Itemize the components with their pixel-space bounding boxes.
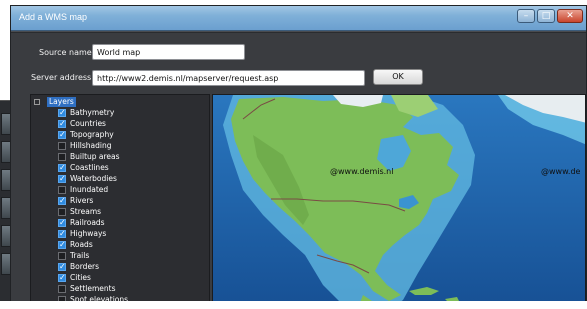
source-name-input[interactable]: World map xyxy=(92,44,245,60)
layer-label: Hillshading xyxy=(70,141,112,150)
close-icon: ✕ xyxy=(566,11,574,21)
layer-checkbox[interactable] xyxy=(58,142,66,150)
ok-button[interactable]: OK xyxy=(373,69,423,85)
layer-checkbox[interactable] xyxy=(58,252,66,260)
map-watermark: @www.demis.nl xyxy=(330,167,394,176)
desktop-strip xyxy=(0,301,587,309)
title-bar[interactable]: Add a WMS map – □ ✕ xyxy=(11,6,586,31)
layer-label: Cities xyxy=(70,273,91,282)
layer-label: Bathymetry xyxy=(70,108,115,117)
layer-checkbox[interactable] xyxy=(58,262,66,272)
layer-checkbox[interactable] xyxy=(58,196,66,206)
layer-label: Roads xyxy=(70,240,93,249)
map-watermark: @www.de xyxy=(541,167,581,176)
minimize-icon: – xyxy=(523,11,529,21)
layers-tree[interactable]: Layers Bathymetry Countries Topography Hill… xyxy=(30,94,210,308)
layer-checkbox[interactable] xyxy=(58,285,66,293)
layer-label: Inundated xyxy=(70,185,109,194)
layer-label: Waterbodies xyxy=(70,174,117,183)
layer-checkbox[interactable] xyxy=(58,153,66,161)
layer-label: Rivers xyxy=(70,196,94,205)
close-button[interactable]: ✕ xyxy=(557,9,583,23)
layers-root-label: Layers xyxy=(47,97,76,107)
layer-checkbox[interactable] xyxy=(58,273,66,283)
layer-checkbox[interactable] xyxy=(58,229,66,239)
maximize-icon: □ xyxy=(541,11,551,21)
minimize-button[interactable]: – xyxy=(517,9,535,23)
layer-checkbox[interactable] xyxy=(58,240,66,250)
layer-checkbox[interactable] xyxy=(58,186,66,194)
map-image xyxy=(213,95,585,308)
layer-label: Builtup areas xyxy=(70,152,120,161)
layer-checkbox[interactable] xyxy=(58,208,66,216)
dialog-body: Source name World map Server address: ht… xyxy=(11,32,586,308)
layer-label: Settlements xyxy=(70,284,116,293)
layer-checkbox[interactable] xyxy=(58,174,66,184)
server-address-input[interactable]: http://www2.demis.nl/mapserver/request.a… xyxy=(92,70,365,86)
window-title: Add a WMS map xyxy=(19,12,88,22)
layer-checkbox[interactable] xyxy=(58,130,66,140)
layer-label: Highways xyxy=(70,229,107,238)
layer-label: Trails xyxy=(70,251,90,260)
map-preview[interactable]: @www.demis.nl @www.de xyxy=(212,94,586,308)
layer-checkbox[interactable] xyxy=(58,218,66,228)
layer-checkbox[interactable] xyxy=(58,108,66,118)
server-address-label: Server address: xyxy=(31,73,94,82)
layer-label: Topography xyxy=(70,130,114,139)
layer-label: Streams xyxy=(70,207,102,216)
source-name-label: Source name xyxy=(39,48,92,57)
layer-label: Borders xyxy=(70,262,100,271)
layer-label: Coastlines xyxy=(70,163,109,172)
collapse-icon[interactable] xyxy=(34,99,40,105)
screen: Add a WMS map – □ ✕ Source name World ma… xyxy=(0,0,587,309)
add-wms-map-dialog: Add a WMS map – □ ✕ Source name World ma… xyxy=(10,5,587,309)
layer-checkbox[interactable] xyxy=(58,119,66,129)
layer-label: Countries xyxy=(70,119,106,128)
layer-label: Railroads xyxy=(70,218,105,227)
maximize-button[interactable]: □ xyxy=(537,9,555,23)
layer-checkbox[interactable] xyxy=(58,163,66,173)
